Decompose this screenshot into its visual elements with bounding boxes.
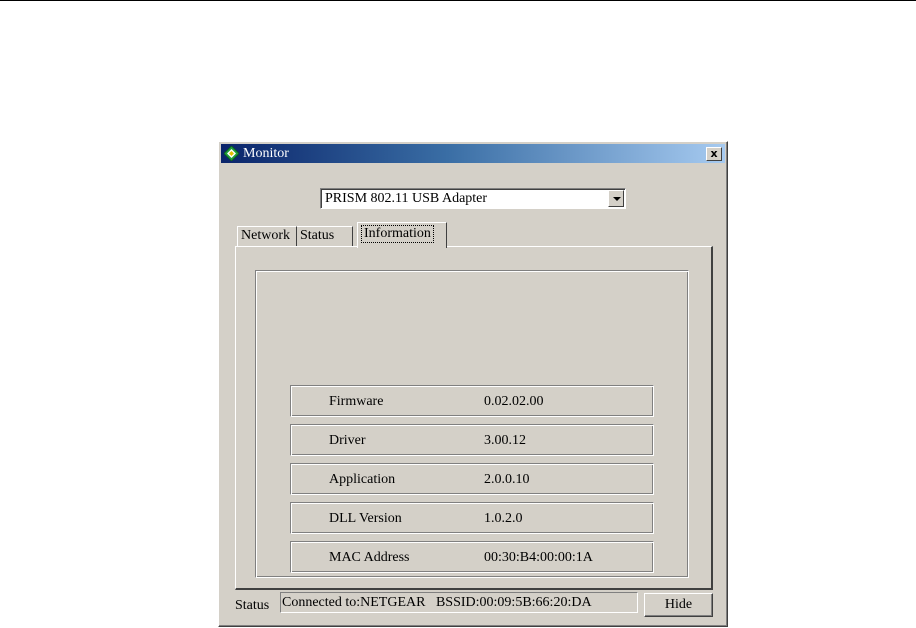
firmware-value: 0.02.02.00: [484, 394, 544, 409]
info-row-mac-address: MAC Address 00:30:B4:00:00:1A: [290, 541, 654, 573]
dll-version-label: DLL Version: [329, 511, 402, 526]
diamond-app-icon: [223, 145, 240, 162]
status-label: Status: [235, 598, 270, 613]
hide-button[interactable]: Hide: [644, 593, 713, 617]
info-row-dll-version: DLL Version 1.0.2.0: [290, 502, 654, 534]
info-row-firmware: Firmware 0.02.02.00: [290, 385, 654, 417]
tab-information[interactable]: Information: [357, 222, 447, 248]
tab-information-label: Information: [361, 225, 434, 243]
dll-version-value: 1.0.2.0: [484, 511, 523, 526]
info-row-driver: Driver 3.00.12: [290, 424, 654, 456]
adapter-select-value: PRISM 802.11 USB Adapter: [325, 191, 488, 206]
driver-label: Driver: [329, 433, 366, 448]
firmware-label: Firmware: [329, 394, 384, 409]
information-panel: Firmware 0.02.02.00 Driver 3.00.12 Appli…: [235, 246, 713, 590]
connection-status-text: Connected to:NETGEAR BSSID:00:09:5B:66:2…: [282, 595, 592, 610]
page-top-rule: [0, 0, 916, 1]
mac-address-label: MAC Address: [329, 550, 410, 565]
adapter-select[interactable]: PRISM 802.11 USB Adapter: [320, 188, 626, 209]
close-icon[interactable]: x: [706, 147, 722, 161]
chevron-down-icon[interactable]: [608, 190, 624, 207]
tab-status[interactable]: Status: [297, 226, 353, 246]
info-row-application: Application 2.0.0.10: [290, 463, 654, 495]
tab-network[interactable]: Network: [237, 226, 297, 246]
application-value: 2.0.0.10: [484, 472, 530, 487]
title-bar[interactable]: Monitor x: [221, 144, 725, 163]
monitor-window: Monitor x PRISM 802.11 USB Adapter Netwo…: [218, 141, 728, 627]
application-label: Application: [329, 472, 396, 487]
status-field: Connected to:NETGEAR BSSID:00:09:5B:66:2…: [280, 592, 638, 613]
driver-value: 3.00.12: [484, 433, 526, 448]
window-title: Monitor: [243, 146, 289, 161]
mac-address-value: 00:30:B4:00:00:1A: [484, 550, 593, 565]
